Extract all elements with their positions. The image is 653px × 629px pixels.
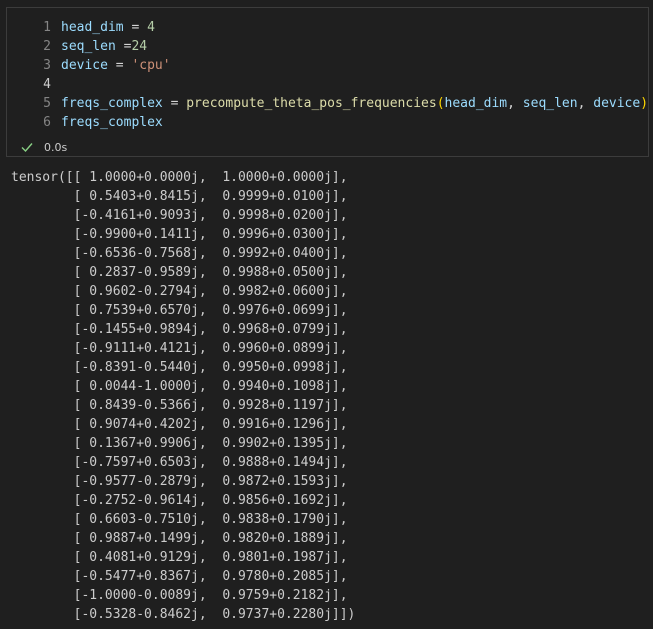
code-token: freqs_complex — [61, 115, 163, 130]
code-editor[interactable]: 1 head_dim = 4 2 seq_len =24 3 device = 'cpu'… — [6, 7, 649, 157]
code-token: = — [162, 96, 187, 111]
code-line[interactable]: 3 device = 'cpu' — [7, 56, 648, 75]
cell-output: tensor([[ 1.0000+0.0000j, 1.0000+0.0000j… — [0, 158, 653, 629]
check-icon — [21, 143, 33, 153]
output-line: [ 0.5403+0.8415j, 0.9999+0.0100j], — [11, 189, 348, 204]
output-line: [-0.2752-0.9614j, 0.9856+0.1692j], — [11, 493, 348, 508]
line-source: head_dim = 4 — [61, 18, 155, 37]
code-token: head_dim — [61, 20, 124, 35]
code-token: device — [61, 58, 108, 73]
code-token: = — [115, 39, 132, 54]
code-line[interactable]: 6 freqs_complex — [7, 113, 648, 132]
code-token: head_dim — [444, 96, 508, 111]
code-token: ) — [640, 96, 649, 111]
execution-time: 0.0s — [44, 141, 68, 154]
output-line: [ 0.4081+0.9129j, 0.9801+0.1987j], — [11, 550, 348, 565]
code-line[interactable]: 4 — [7, 75, 648, 94]
output-line: [ 0.9602-0.2794j, 0.9982+0.0600j], — [11, 284, 348, 299]
line-source: freqs_complex = precompute_theta_pos_fre… — [61, 94, 648, 113]
code-token: 24 — [131, 39, 148, 54]
code-line[interactable]: 5 freqs_complex = precompute_theta_pos_fr… — [7, 94, 648, 113]
line-number: 4 — [43, 77, 51, 92]
line-source: freqs_complex — [61, 113, 163, 132]
output-text: tensor([[ 1.0000+0.0000j, 1.0000+0.0000j… — [11, 168, 355, 624]
output-line: [-0.1455+0.9894j, 0.9968+0.0799j], — [11, 322, 348, 337]
output-line: [ 0.9074+0.4202j, 0.9916+0.1296j], — [11, 417, 348, 432]
code-line[interactable]: 2 seq_len =24 — [7, 37, 648, 56]
output-line: [ 0.0044-1.0000j, 0.9940+0.1098j], — [11, 379, 348, 394]
line-number: 2 — [43, 39, 51, 54]
line-number: 1 — [43, 20, 51, 35]
notebook-cell: 1 head_dim = 4 2 seq_len =24 3 device = 'cpu'… — [0, 0, 653, 629]
code-token: , — [577, 96, 594, 111]
line-number: 6 — [43, 115, 51, 130]
code-token: 4 — [147, 20, 155, 35]
output-line: [-0.9111+0.4121j, 0.9960+0.0899j], — [11, 341, 348, 356]
output-line: [-1.0000-0.0089j, 0.9759+0.2182j], — [11, 588, 348, 603]
output-line: [-0.8391-0.5440j, 0.9950+0.0998j], — [11, 360, 348, 375]
code-token: ( — [436, 96, 445, 111]
output-line: [ 0.1367+0.9906j, 0.9902+0.1395j], — [11, 436, 348, 451]
output-line: [-0.6536-0.7568j, 0.9992+0.0400j], — [11, 246, 348, 261]
code-token: = — [107, 58, 132, 73]
line-source: seq_len =24 — [61, 37, 147, 56]
code-token: 'cpu' — [131, 58, 171, 73]
code-token: precompute_theta_pos_frequencies — [186, 96, 437, 111]
output-line: [-0.5477+0.8367j, 0.9780+0.2085j], — [11, 569, 348, 584]
line-number: 5 — [43, 96, 51, 111]
output-line: [-0.7597+0.6503j, 0.9888+0.1494j], — [11, 455, 348, 470]
code-line[interactable]: 1 head_dim = 4 — [7, 18, 648, 37]
code-token: device — [593, 96, 641, 111]
output-line: [ 0.7539+0.6570j, 0.9976+0.0699j], — [11, 303, 348, 318]
output-line: [ 0.2837-0.9589j, 0.9988+0.0500j], — [11, 265, 348, 280]
line-number: 3 — [43, 58, 51, 73]
output-line: [ 0.8439-0.5366j, 0.9928+0.1197j], — [11, 398, 348, 413]
output-line: [-0.9577-0.2879j, 0.9872+0.1593j], — [11, 474, 348, 489]
code-token: seq_len — [61, 39, 116, 54]
output-line: [-0.9900+0.1411j, 0.9996+0.0300j], — [11, 227, 348, 242]
output-line: [ 0.9887+0.1499j, 0.9820+0.1889j], — [11, 531, 348, 546]
code-token: freqs_complex — [61, 96, 163, 111]
output-line: tensor([[ 1.0000+0.0000j, 1.0000+0.0000j… — [11, 170, 348, 185]
code-token: seq_len — [522, 96, 578, 111]
output-line: [-0.5328-0.8462j, 0.9737+0.2280j]]) — [11, 607, 356, 622]
code-token: , — [507, 96, 523, 111]
code-token: = — [123, 20, 148, 35]
cell-status-bar: 0.0s — [7, 139, 207, 157]
output-line: [-0.4161+0.9093j, 0.9998+0.0200j], — [11, 208, 348, 223]
output-line: [ 0.6603-0.7510j, 0.9838+0.1790j], — [11, 512, 348, 527]
code-lines: 1 head_dim = 4 2 seq_len =24 3 device = 'cpu'… — [7, 18, 648, 132]
line-source: device = 'cpu' — [61, 56, 171, 75]
